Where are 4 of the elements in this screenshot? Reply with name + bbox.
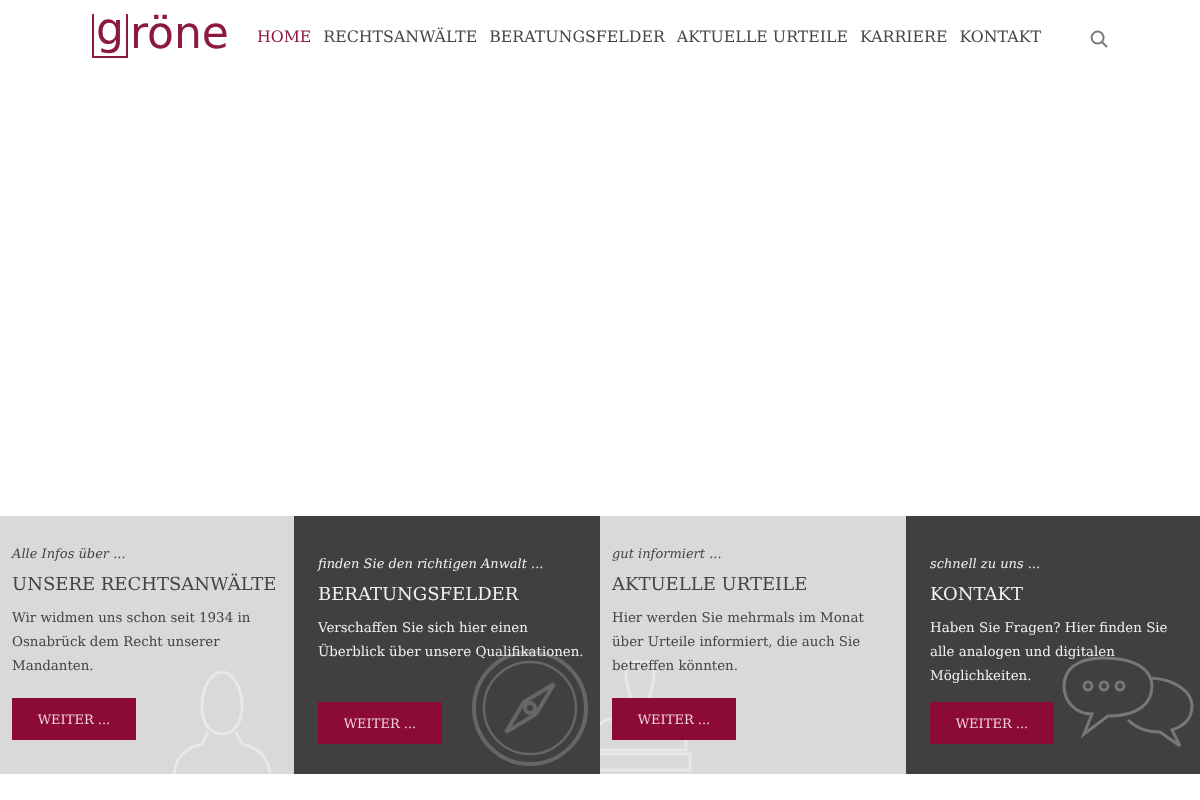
- panel-title: BERATUNGSFELDER: [318, 586, 521, 606]
- panel-title: KONTAKT: [930, 586, 1025, 606]
- panel-title: UNSERE RECHTSANWÄLTE: [12, 576, 279, 596]
- panel-title: AKTUELLE URTEILE: [612, 576, 810, 596]
